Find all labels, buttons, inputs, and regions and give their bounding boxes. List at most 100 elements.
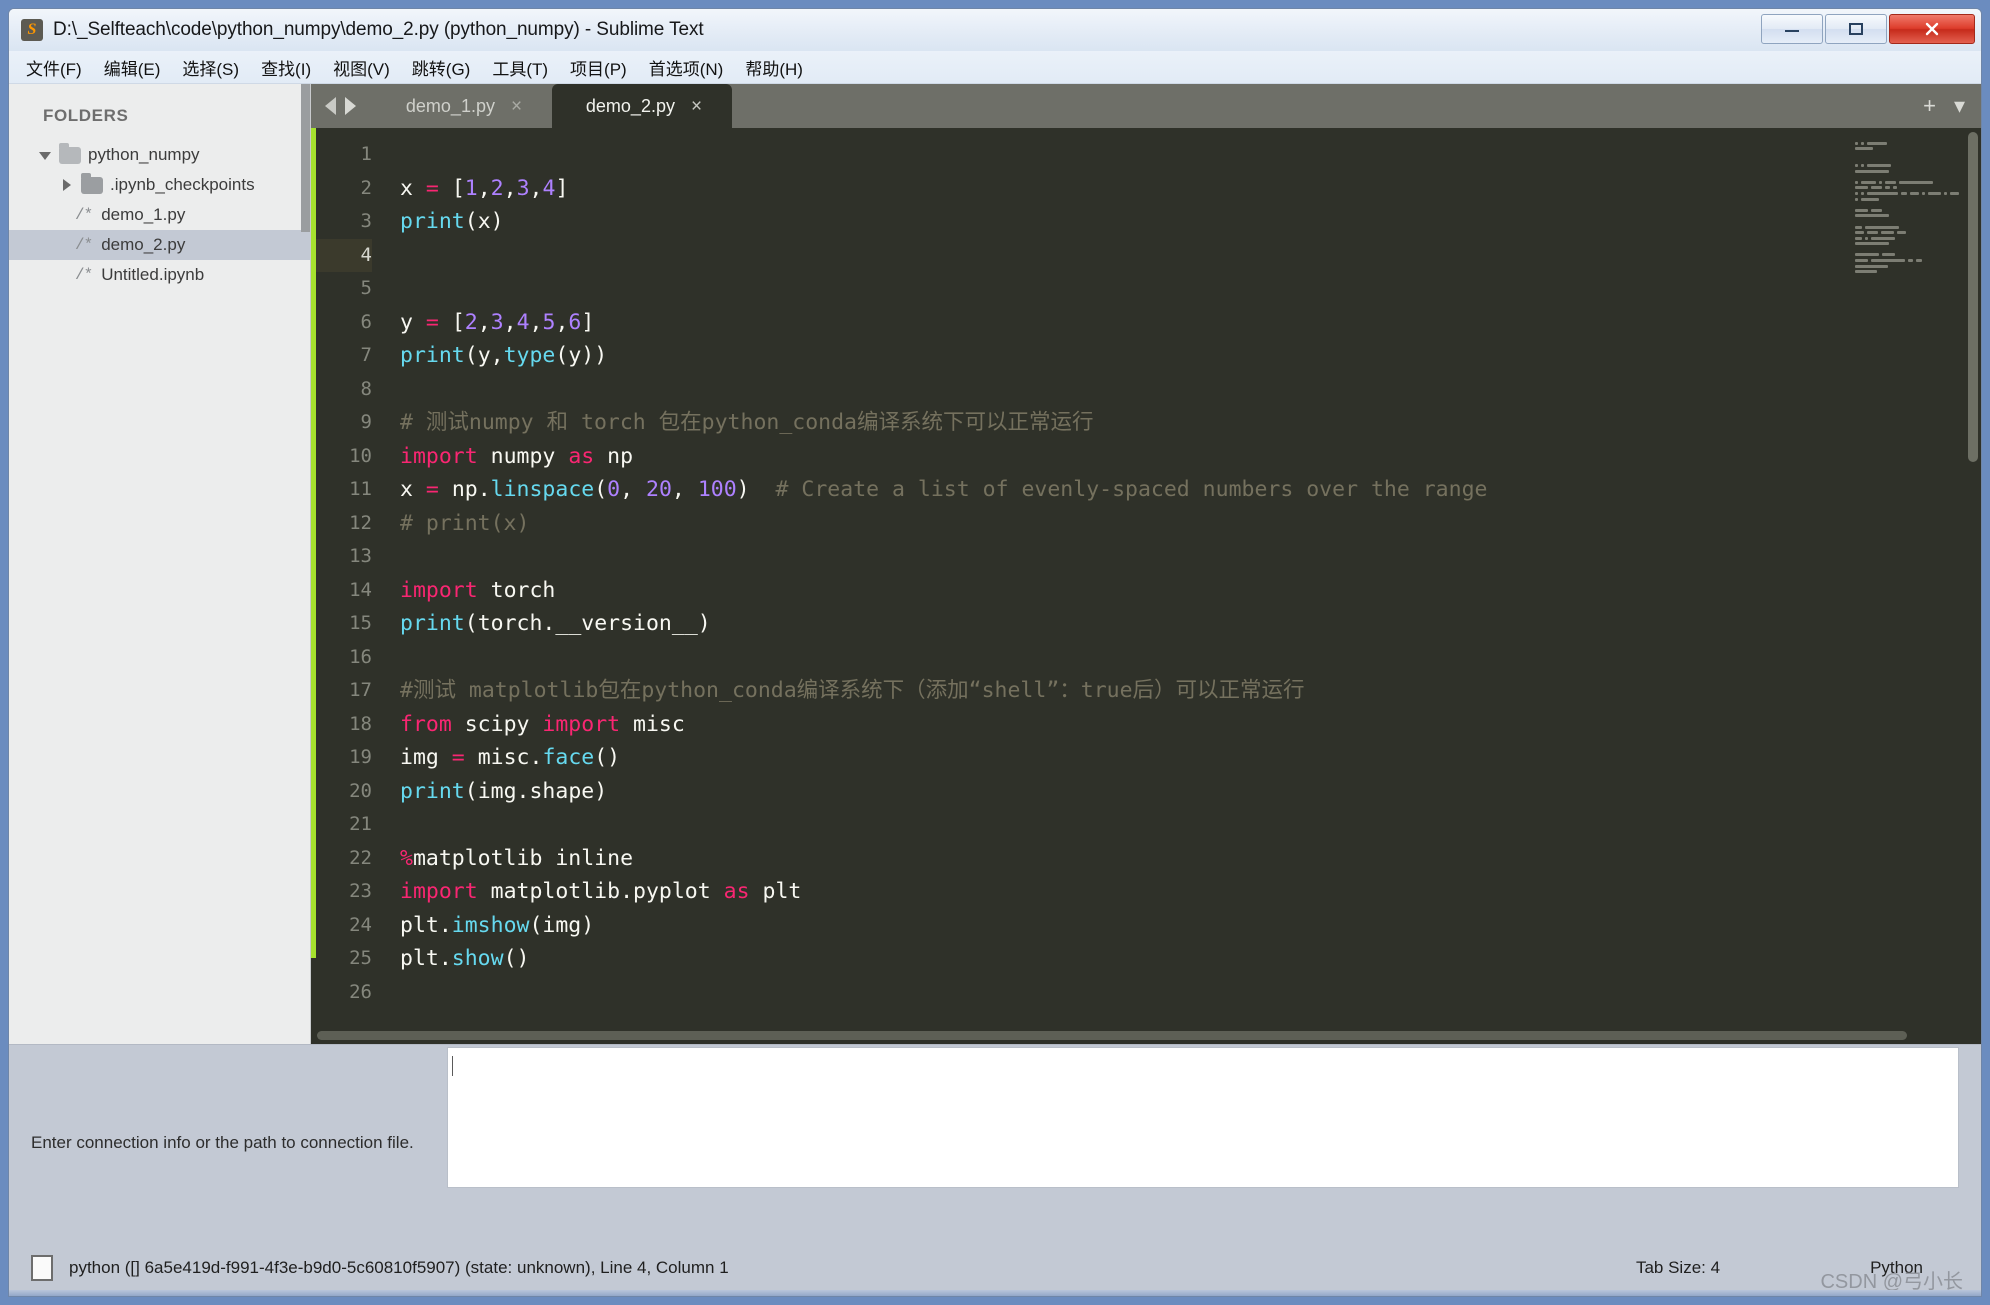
minimap-segment bbox=[1871, 209, 1882, 212]
sidebar-toggle-icon[interactable] bbox=[31, 1255, 53, 1281]
code-line: %matplotlib inline bbox=[400, 842, 1981, 876]
chevron-down-icon[interactable] bbox=[39, 149, 52, 162]
connection-input[interactable] bbox=[447, 1047, 1959, 1188]
minimap-segment bbox=[1897, 231, 1906, 234]
minimap-segment bbox=[1855, 209, 1868, 212]
minimap-row bbox=[1855, 203, 1967, 207]
tab-demo-2[interactable]: demo_2.py × bbox=[552, 84, 732, 128]
line-number: 23 bbox=[316, 875, 372, 909]
code-line bbox=[400, 239, 1981, 273]
maximize-button[interactable] bbox=[1825, 14, 1887, 44]
sidebar-scrollbar[interactable] bbox=[301, 84, 310, 232]
editor-vertical-scrollbar[interactable] bbox=[1968, 132, 1978, 462]
minimap-segment bbox=[1867, 192, 1898, 195]
connection-prompt: Enter connection info or the path to con… bbox=[9, 1045, 447, 1240]
new-tab-icon[interactable]: + bbox=[1923, 93, 1936, 119]
sidebar-item-label: demo_2.py bbox=[101, 235, 185, 255]
sidebar-folder-ipynb-checkpoints[interactable]: .ipynb_checkpoints bbox=[9, 170, 310, 200]
menu-goto[interactable]: 跳转(G) bbox=[409, 52, 474, 83]
menu-file[interactable]: 文件(F) bbox=[23, 52, 85, 83]
code-line: img = misc.face() bbox=[400, 741, 1981, 775]
line-number: 24 bbox=[316, 909, 372, 943]
minimap-segment bbox=[1910, 192, 1919, 195]
minimap-segment bbox=[1865, 226, 1899, 229]
menu-find[interactable]: 查找(I) bbox=[258, 52, 314, 83]
line-number: 22 bbox=[316, 842, 372, 876]
code-text[interactable]: x = [1,2,3,4]print(x) y = [2,3,4,5,6]pri… bbox=[384, 128, 1981, 1028]
chevron-right-icon[interactable] bbox=[61, 179, 74, 192]
minimap-row bbox=[1855, 237, 1967, 241]
minimap[interactable] bbox=[1855, 136, 1967, 256]
minimap-row bbox=[1855, 231, 1967, 235]
minimap-row bbox=[1855, 164, 1967, 168]
minimap-segment bbox=[1928, 192, 1941, 195]
minimize-button[interactable] bbox=[1761, 14, 1823, 44]
minimap-segment bbox=[1885, 181, 1896, 184]
minimap-segment bbox=[1855, 198, 1858, 201]
line-number: 1 bbox=[316, 138, 372, 172]
minimap-row bbox=[1855, 220, 1967, 224]
folder-icon bbox=[59, 147, 81, 164]
code-line bbox=[400, 138, 1981, 172]
prev-tab-arrow-icon[interactable] bbox=[325, 97, 336, 115]
code-line bbox=[400, 641, 1981, 675]
minimap-segment bbox=[1916, 259, 1923, 262]
menu-selection[interactable]: 选择(S) bbox=[179, 52, 242, 83]
minimap-segment bbox=[1861, 181, 1876, 184]
code-line: import torch bbox=[400, 574, 1981, 608]
chevron-down-icon[interactable]: ▾ bbox=[1954, 93, 1965, 119]
code-line bbox=[400, 540, 1981, 574]
next-tab-arrow-icon[interactable] bbox=[345, 97, 356, 115]
line-number: 3 bbox=[316, 205, 372, 239]
minimap-row bbox=[1855, 158, 1967, 162]
sidebar: FOLDERS python_numpy .ipynb_checkpoints … bbox=[9, 84, 311, 1044]
close-icon[interactable]: × bbox=[691, 97, 702, 116]
minimap-segment bbox=[1855, 231, 1864, 234]
menu-project[interactable]: 项目(P) bbox=[567, 52, 630, 83]
window-controls bbox=[1761, 14, 1975, 44]
modified-gutter-accent bbox=[311, 128, 316, 1028]
menu-preferences[interactable]: 首选项(N) bbox=[646, 52, 727, 83]
python-file-icon: /* bbox=[75, 206, 92, 224]
sidebar-file-untitled-ipynb[interactable]: /* Untitled.ipynb bbox=[9, 260, 310, 290]
close-button[interactable] bbox=[1889, 14, 1975, 44]
code-line: x = np.linspace(0, 20, 100) # Create a l… bbox=[400, 473, 1981, 507]
menu-view[interactable]: 视图(V) bbox=[330, 52, 393, 83]
line-number: 26 bbox=[316, 976, 372, 1010]
code-line: x = [1,2,3,4] bbox=[400, 172, 1981, 206]
notebook-file-icon: /* bbox=[75, 266, 92, 284]
close-icon[interactable]: × bbox=[511, 97, 522, 116]
minimap-segment bbox=[1901, 192, 1908, 195]
sidebar-file-demo-2[interactable]: /* demo_2.py bbox=[9, 230, 310, 260]
code-line: print(img.shape) bbox=[400, 775, 1981, 809]
minimap-segment bbox=[1855, 192, 1858, 195]
tab-demo-1[interactable]: demo_1.py × bbox=[372, 84, 552, 128]
connection-panel: Enter connection info or the path to con… bbox=[9, 1044, 1981, 1240]
minimap-segment bbox=[1908, 259, 1912, 262]
title-bar: S D:\_Selfteach\code\python_numpy\demo_2… bbox=[9, 9, 1981, 51]
sidebar-folder-python-numpy[interactable]: python_numpy bbox=[9, 140, 310, 170]
line-number: 19 bbox=[316, 741, 372, 775]
minimap-segment bbox=[1871, 186, 1882, 189]
minimap-row bbox=[1855, 226, 1967, 230]
minimap-row bbox=[1855, 136, 1967, 140]
minimap-row bbox=[1855, 142, 1967, 146]
menu-tools[interactable]: 工具(T) bbox=[489, 52, 551, 83]
minimap-segment bbox=[1879, 181, 1882, 184]
minimap-segment bbox=[1885, 186, 1889, 189]
window-bottom-edge bbox=[9, 1290, 1981, 1296]
minimap-segment bbox=[1871, 237, 1895, 240]
editor-horizontal-scrollbar[interactable] bbox=[317, 1031, 1907, 1040]
menu-edit[interactable]: 编辑(E) bbox=[101, 52, 164, 83]
sidebar-file-demo-1[interactable]: /* demo_1.py bbox=[9, 200, 310, 230]
tab-size-label[interactable]: Tab Size: 4 bbox=[1636, 1258, 1720, 1278]
code-line: print(y,type(y)) bbox=[400, 339, 1981, 373]
sublime-text-window: S D:\_Selfteach\code\python_numpy\demo_2… bbox=[8, 8, 1982, 1297]
minimap-segment bbox=[1861, 164, 1864, 167]
code-editor[interactable]: 1234567891011121314151617181920212223242… bbox=[311, 128, 1981, 1028]
minimap-segment bbox=[1881, 231, 1894, 234]
tab-navigation bbox=[311, 84, 372, 128]
python-file-icon: /* bbox=[75, 236, 92, 254]
menu-help[interactable]: 帮助(H) bbox=[742, 52, 806, 83]
line-number-gutter: 1234567891011121314151617181920212223242… bbox=[316, 128, 384, 1028]
